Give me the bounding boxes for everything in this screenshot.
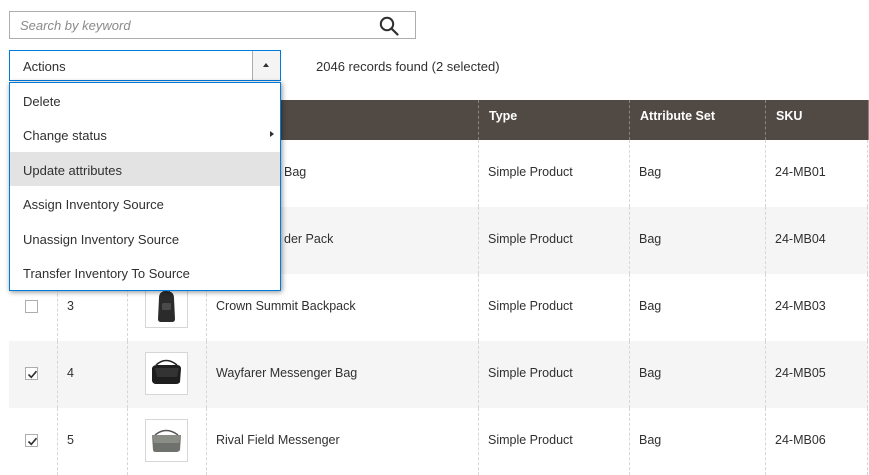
sku-cell: 24-MB05	[765, 341, 868, 408]
records-count: 2046 records found (2 selected)	[316, 59, 500, 74]
actions-select[interactable]: Actions	[9, 50, 281, 81]
product-name: Crown Summit Backpack	[216, 299, 356, 313]
menu-item-change-status[interactable]: Change status	[10, 117, 280, 151]
menu-item-label: Unassign Inventory Source	[23, 232, 180, 247]
product-sku: 24-MB04	[775, 232, 826, 246]
checkmark-icon	[27, 437, 38, 446]
menu-item-label: Transfer Inventory To Source	[23, 266, 190, 281]
product-sku: 24-MB01	[775, 165, 826, 179]
product-id: 3	[67, 299, 74, 313]
product-thumbnail[interactable]	[145, 285, 188, 328]
menu-item-label: Update attributes	[23, 163, 123, 178]
sku-cell: 24-MB03	[765, 274, 868, 341]
column-sku-label: SKU	[776, 109, 803, 123]
checkbox-cell	[9, 408, 57, 475]
product-name-partial: Bag	[284, 165, 307, 179]
product-type: Simple Product	[488, 366, 573, 380]
type-cell: Simple Product	[478, 341, 629, 408]
menu-item-label: Change status	[23, 128, 107, 143]
product-thumbnail[interactable]	[145, 352, 188, 395]
product-name: Rival Field Messenger	[216, 433, 340, 447]
actions-menu: Delete Change status Update attributes A…	[9, 82, 281, 291]
product-name-partial: der Pack	[284, 232, 334, 246]
thumbnail-cell	[127, 341, 206, 408]
product-name: Wayfarer Messenger Bag	[216, 366, 358, 380]
type-cell: Simple Product	[478, 207, 629, 274]
checkmark-icon	[27, 370, 38, 379]
search-icon[interactable]	[379, 16, 399, 36]
column-header-sku[interactable]: SKU	[765, 100, 868, 140]
attribute-set-cell: Bag	[629, 274, 765, 341]
menu-item-label: Assign Inventory Source	[23, 197, 164, 212]
messenger-bag-image	[152, 359, 181, 384]
menu-item-label: Delete	[23, 94, 61, 109]
product-type: Simple Product	[488, 433, 573, 447]
product-thumbnail[interactable]	[145, 419, 188, 462]
product-attribute-set: Bag	[639, 165, 662, 179]
type-cell: Simple Product	[478, 274, 629, 341]
name-cell: Rival Field Messenger	[206, 408, 478, 475]
field-messenger-image	[152, 429, 181, 452]
product-type: Simple Product	[488, 232, 573, 246]
product-type: Simple Product	[488, 299, 573, 313]
type-cell: Simple Product	[478, 408, 629, 475]
id-cell: 4	[57, 341, 127, 408]
column-type-label: Type	[489, 109, 518, 123]
column-header-type[interactable]: Type	[478, 100, 629, 140]
sku-cell: 24-MB04	[765, 207, 868, 274]
menu-item-unassign-inventory-source[interactable]: Unassign Inventory Source	[10, 221, 280, 255]
product-attribute-set: Bag	[639, 366, 662, 380]
backpack-image	[158, 288, 175, 322]
table-row[interactable]: 4 Wayfarer Messenger Bag Simple Product …	[9, 341, 868, 408]
attribute-set-cell: Bag	[629, 207, 765, 274]
product-sku: 24-MB06	[775, 433, 826, 447]
product-id: 5	[67, 433, 74, 447]
menu-item-update-attributes[interactable]: Update attributes	[10, 152, 280, 186]
column-header-attribute-set[interactable]: Attribute Set	[629, 100, 765, 140]
search-box	[9, 11, 416, 39]
chevron-up-icon	[263, 63, 269, 67]
type-cell: Simple Product	[478, 140, 629, 207]
menu-item-assign-inventory-source[interactable]: Assign Inventory Source	[10, 186, 280, 220]
menu-item-delete[interactable]: Delete	[10, 83, 280, 117]
product-id: 4	[67, 366, 74, 380]
product-sku: 24-MB03	[775, 299, 826, 313]
product-attribute-set: Bag	[639, 299, 662, 313]
row-checkbox[interactable]	[25, 367, 38, 380]
row-checkbox[interactable]	[25, 434, 38, 447]
product-sku: 24-MB05	[775, 366, 826, 380]
sku-cell: 24-MB06	[765, 408, 868, 475]
actions-toggle[interactable]	[252, 51, 280, 80]
column-attribute-set-label: Attribute Set	[640, 109, 715, 123]
table-row[interactable]: 5 Rival Field Messenger Simple Product B…	[9, 408, 868, 475]
menu-item-transfer-inventory[interactable]: Transfer Inventory To Source	[10, 255, 280, 289]
product-type: Simple Product	[488, 165, 573, 179]
search-input[interactable]	[10, 12, 370, 38]
checkbox-cell	[9, 341, 57, 408]
row-checkbox[interactable]	[25, 300, 38, 313]
attribute-set-cell: Bag	[629, 341, 765, 408]
chevron-right-icon	[270, 131, 274, 137]
actions-label: Actions	[23, 59, 66, 74]
name-cell: Wayfarer Messenger Bag	[206, 341, 478, 408]
product-attribute-set: Bag	[639, 433, 662, 447]
thumbnail-cell	[127, 408, 206, 475]
id-cell: 5	[57, 408, 127, 475]
product-attribute-set: Bag	[639, 232, 662, 246]
sku-cell: 24-MB01	[765, 140, 868, 207]
attribute-set-cell: Bag	[629, 408, 765, 475]
attribute-set-cell: Bag	[629, 140, 765, 207]
